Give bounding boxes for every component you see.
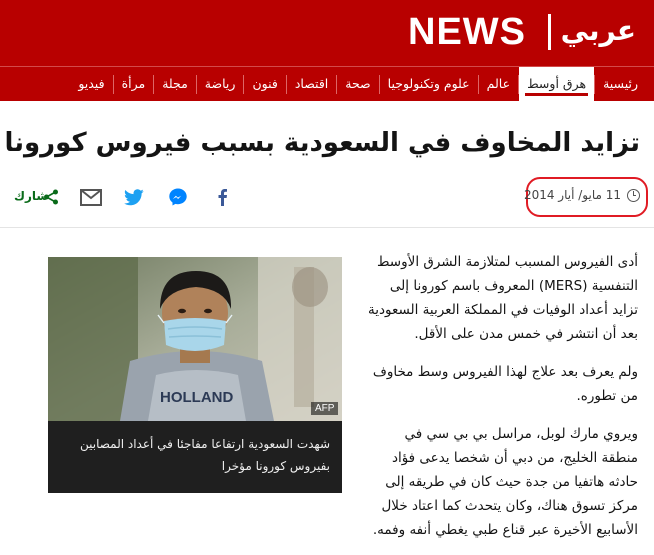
body-paragraph: ولم يعرف بعد علاج لهذا الفيروس وسط مخاوف…	[372, 364, 638, 404]
masked-man-photo: HOLLAND	[48, 257, 342, 421]
share-toolbar: شارك	[6, 186, 238, 208]
article-photo[interactable]: HOLLAND	[48, 257, 342, 421]
clock-icon	[627, 188, 640, 202]
email-share-button[interactable]	[78, 186, 104, 208]
article-headline: تزايد المخاوف في السعودية بسبب فيروس كور…	[4, 128, 640, 158]
body-paragraph: ويروي مارك لوبل، مراسل بي بي سي في منطقة…	[372, 426, 638, 538]
nav-item-arts[interactable]: فنون	[244, 67, 285, 102]
bbc-news-logo[interactable]: NEWS	[408, 11, 526, 54]
share-label[interactable]: شارك	[14, 189, 48, 203]
article-date: 11 مايو/ أيار 2014	[523, 188, 621, 202]
nav-item-video[interactable]: فيديو	[70, 67, 112, 102]
article-timestamp: 11 مايو/ أيار 2014	[524, 188, 640, 202]
nav-item-health[interactable]: صحة	[337, 67, 378, 102]
masthead: NEWS عربي	[0, 0, 654, 66]
email-icon	[80, 188, 102, 206]
nav-item-sport[interactable]: رياضة	[197, 67, 244, 102]
body-paragraph: أدى الفيروس المسبب لمتلازمة الشرق الأوسط…	[367, 254, 638, 342]
messenger-icon	[169, 188, 187, 206]
messenger-share-button[interactable]	[166, 186, 190, 208]
main-navigation: رئيسية هرق أوسط عالم علوم وتكنولوجيا صحة…	[0, 66, 654, 102]
nav-item-home[interactable]: رئيسية	[595, 67, 646, 102]
nav-item-middle-east[interactable]: هرق أوسط	[519, 67, 595, 102]
facebook-share-button[interactable]	[212, 186, 232, 208]
photo-caption: شهدت السعودية ارتفاعا مفاجئا في أعداد ال…	[79, 437, 330, 473]
nav-item-women[interactable]: مرأة	[114, 67, 154, 102]
nav-item-science-tech[interactable]: علوم وتكنولوجيا	[380, 67, 478, 102]
shirt-print: HOLLAND	[160, 389, 233, 406]
facebook-icon	[218, 189, 227, 206]
article-body: أدى الفيروس المسبب لمتلازمة الشرق الأوسط…	[366, 250, 638, 555]
header-divider	[0, 227, 654, 228]
arabic-brand-label[interactable]: عربي	[561, 14, 636, 47]
photo-credit: AFP	[311, 402, 339, 415]
nav-item-economy[interactable]: اقتصاد	[287, 67, 336, 102]
logo-divider	[548, 14, 551, 50]
nav-item-world[interactable]: عالم	[479, 67, 518, 102]
nav-item-magazine[interactable]: مجلة	[154, 67, 196, 102]
twitter-icon	[124, 188, 144, 205]
twitter-share-button[interactable]	[122, 186, 146, 208]
nav-list: رئيسية هرق أوسط عالم علوم وتكنولوجيا صحة…	[70, 67, 646, 102]
article-figure: HOLLAND AFP شهدت السعودية ارتفاعا مفاجئا…	[48, 257, 342, 493]
